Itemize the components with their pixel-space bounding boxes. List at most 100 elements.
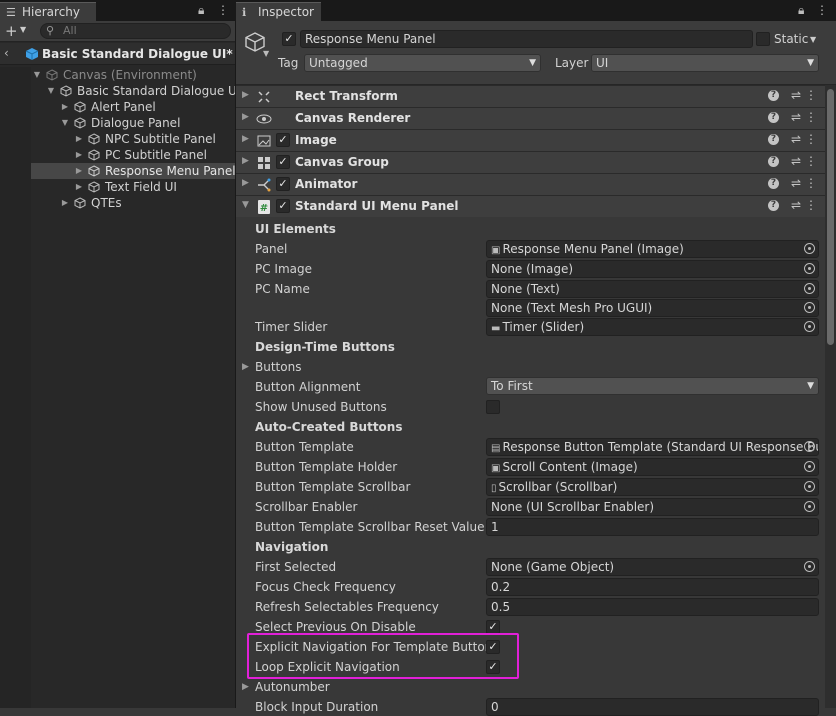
component-canvas-renderer[interactable]: ▶ Canvas Renderer ? ⇌ ⋮ — [236, 107, 825, 129]
component-enabled-checkbox[interactable]: ✓ — [276, 133, 290, 147]
tree-item-npc-subtitle-panel[interactable]: ▶ NPC Subtitle Panel — [0, 131, 235, 147]
tree-item-basic-standard-dialogue-ui[interactable]: ▼ Basic Standard Dialogue UI — [0, 83, 240, 99]
chevron-down-icon[interactable]: ▼ — [20, 25, 26, 34]
button-template-holder-field[interactable]: ▣ Scroll Content (Image) — [486, 458, 819, 476]
more-icon[interactable]: ⋮ — [805, 154, 817, 168]
tree-item-alert-panel[interactable]: ▶ Alert Panel — [0, 99, 235, 115]
block-input-field[interactable]: 0 — [486, 698, 819, 716]
object-picker-icon[interactable] — [804, 243, 815, 254]
help-icon[interactable]: ? — [768, 200, 779, 211]
help-icon[interactable]: ? — [768, 134, 779, 145]
lock-icon[interactable]: 🔒︎ — [198, 3, 204, 18]
component-rect-transform[interactable]: ▶ Rect Transform ? ⇌ ⋮ — [236, 85, 825, 107]
object-picker-icon[interactable] — [804, 283, 815, 294]
scrollbar-enabler-field[interactable]: None (UI Scrollbar Enabler) — [486, 498, 819, 516]
tree-item-pc-subtitle-panel[interactable]: ▶ PC Subtitle Panel — [0, 147, 235, 163]
object-picker-icon[interactable] — [804, 302, 815, 313]
chevron-right-icon[interactable]: ▶ — [60, 99, 70, 115]
object-picker-icon[interactable] — [804, 481, 815, 492]
scrollbar-reset-input[interactable]: 1 — [486, 518, 819, 536]
chevron-down-icon[interactable]: ▼ — [60, 115, 70, 131]
chevron-down-icon[interactable]: ▼ — [46, 83, 56, 99]
inspector-scrollbar[interactable] — [825, 85, 836, 708]
chevron-right-icon[interactable]: ▶ — [242, 178, 249, 188]
help-icon[interactable]: ? — [768, 156, 779, 167]
component-enabled-checkbox[interactable]: ✓ — [276, 177, 290, 191]
timer-slider-object-field[interactable]: ▬ Timer (Slider) — [486, 318, 819, 336]
object-picker-icon[interactable] — [804, 441, 815, 452]
more-icon[interactable]: ⋮ — [816, 3, 828, 17]
object-picker-icon[interactable] — [804, 501, 815, 512]
first-selected-field[interactable]: None (Game Object) — [486, 558, 819, 576]
pc-name-text-field[interactable]: None (Text) — [486, 280, 819, 298]
button-template-object-field[interactable]: ▤ Response Button Template (Standard UI R… — [486, 438, 819, 456]
tab-hierarchy[interactable]: ☰ Hierarchy — [0, 2, 96, 21]
tab-inspector[interactable]: ℹ Inspector — [236, 2, 321, 21]
show-unused-checkbox[interactable] — [486, 400, 500, 414]
preset-icon[interactable]: ⇌ — [791, 176, 801, 190]
button-alignment-dropdown[interactable]: To First ▼ — [486, 377, 819, 395]
select-previous-checkbox[interactable]: ✓ — [486, 620, 500, 634]
more-icon[interactable]: ⋮ — [805, 176, 817, 190]
button-template-scrollbar-field[interactable]: ▯ Scrollbar (Scrollbar) — [486, 478, 819, 496]
component-image[interactable]: ▶ ✓ Image ? ⇌ ⋮ — [236, 129, 825, 151]
chevron-right-icon[interactable]: ▶ — [242, 358, 249, 376]
autonumber-foldout[interactable]: Autonumber — [255, 678, 330, 696]
panel-object-field[interactable]: ▣ Response Menu Panel (Image) — [486, 240, 819, 258]
more-icon[interactable]: ⋮ — [217, 3, 229, 17]
more-icon[interactable]: ⋮ — [805, 198, 817, 212]
chevron-right-icon[interactable]: ▶ — [242, 156, 249, 166]
object-name-field[interactable]: Response Menu Panel — [300, 30, 753, 48]
add-icon[interactable]: + — [5, 22, 18, 40]
preset-icon[interactable]: ⇌ — [791, 198, 801, 212]
chevron-down-icon[interactable]: ▼ — [32, 67, 42, 83]
component-standard-ui-menu-panel[interactable]: ▼ # ✓ Standard UI Menu Panel ? ⇌ ⋮ — [236, 195, 825, 217]
back-chevron-icon[interactable]: ‹ — [4, 46, 9, 60]
object-picker-icon[interactable] — [804, 263, 815, 274]
component-animator[interactable]: ▶ ✓ Animator ? ⇌ ⋮ — [236, 173, 825, 195]
component-enabled-checkbox[interactable]: ✓ — [276, 155, 290, 169]
preset-icon[interactable]: ⇌ — [791, 110, 801, 124]
pc-name-tmp-field[interactable]: None (Text Mesh Pro UGUI) — [486, 299, 819, 317]
chevron-down-icon[interactable]: ▼ — [263, 49, 269, 58]
chevron-right-icon[interactable]: ▶ — [242, 678, 249, 696]
chevron-right-icon[interactable]: ▶ — [74, 131, 84, 147]
more-icon[interactable]: ⋮ — [805, 88, 817, 102]
component-canvas-group[interactable]: ▶ ✓ Canvas Group ? ⇌ ⋮ — [236, 151, 825, 173]
chevron-right-icon[interactable]: ▶ — [74, 179, 84, 195]
more-icon[interactable]: ⋮ — [805, 132, 817, 146]
scrollbar-thumb[interactable] — [827, 89, 834, 345]
preset-icon[interactable]: ⇌ — [791, 132, 801, 146]
scene-row[interactable]: ‹ Basic Standard Dialogue UI* — [0, 43, 235, 65]
tree-item-response-menu-panel[interactable]: ▶ Response Menu Panel — [0, 163, 236, 179]
object-picker-icon[interactable] — [804, 561, 815, 572]
pc-image-object-field[interactable]: None (Image) — [486, 260, 819, 278]
help-icon[interactable]: ? — [768, 90, 779, 101]
more-icon[interactable]: ⋮ — [805, 110, 817, 124]
object-picker-icon[interactable] — [804, 461, 815, 472]
help-icon[interactable]: ? — [768, 112, 779, 123]
chevron-right-icon[interactable]: ▶ — [242, 134, 249, 144]
tree-item-canvas-environment[interactable]: ▼ Canvas (Environment) — [0, 67, 235, 83]
chevron-right-icon[interactable]: ▶ — [242, 90, 249, 100]
object-active-checkbox[interactable]: ✓ — [282, 32, 296, 46]
search-input[interactable]: ⚲ All — [40, 23, 231, 39]
focus-check-input[interactable]: 0.2 — [486, 578, 819, 596]
static-checkbox[interactable] — [756, 32, 770, 46]
chevron-down-icon[interactable]: ▼ — [242, 200, 249, 210]
chevron-right-icon[interactable]: ▶ — [60, 195, 70, 211]
tree-item-qtes[interactable]: ▶ QTEs — [0, 195, 235, 211]
chevron-right-icon[interactable]: ▶ — [74, 147, 84, 163]
static-dropdown-icon[interactable]: ▼ — [810, 35, 816, 44]
preset-icon[interactable]: ⇌ — [791, 88, 801, 102]
layer-dropdown[interactable]: UI ▼ — [591, 54, 819, 72]
tree-item-dialogue-panel[interactable]: ▼ Dialogue Panel — [0, 115, 235, 131]
lock-icon[interactable]: 🔒︎ — [798, 3, 804, 18]
tree-item-text-field-ui[interactable]: ▶ Text Field UI — [0, 179, 235, 195]
tag-dropdown[interactable]: Untagged ▼ — [304, 54, 541, 72]
help-icon[interactable]: ? — [768, 178, 779, 189]
component-enabled-checkbox[interactable]: ✓ — [276, 199, 290, 213]
chevron-right-icon[interactable]: ▶ — [242, 112, 249, 122]
preset-icon[interactable]: ⇌ — [791, 154, 801, 168]
refresh-selectables-input[interactable]: 0.5 — [486, 598, 819, 616]
